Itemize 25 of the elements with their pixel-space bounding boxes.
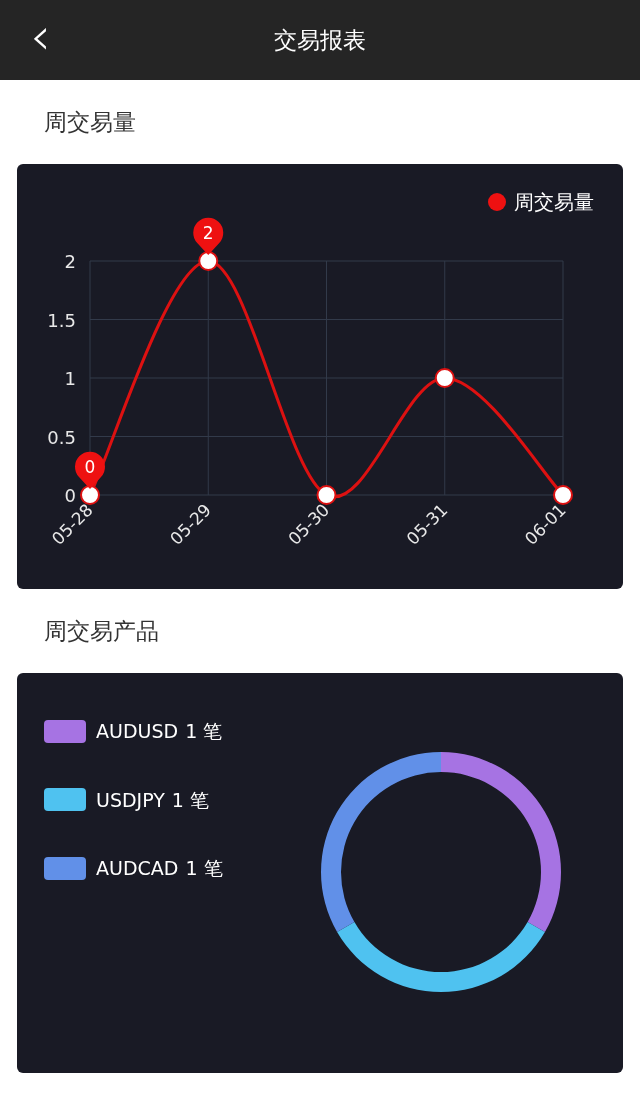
- data-point: [434, 368, 455, 388]
- legend-label: USDJPY: [96, 787, 165, 813]
- legend-count: 1 笔: [171, 787, 209, 813]
- section-title: 周交易产品: [44, 616, 159, 646]
- value-pin: [193, 217, 224, 255]
- data-point: [553, 485, 573, 505]
- y-axis-label: 0: [64, 485, 76, 506]
- data-label: 2: [202, 223, 214, 243]
- y-axis-label: 0.5: [47, 426, 76, 448]
- section-title: 周交易量: [44, 107, 136, 137]
- page-title: 交易报表: [274, 25, 366, 55]
- y-axis-label: 2: [64, 251, 76, 272]
- y-axis-label: 1.5: [47, 309, 76, 331]
- back-button[interactable]: ‹: [30, 14, 51, 58]
- legend-label: 周交易量: [514, 190, 594, 214]
- legend-label: AUDCAD: [96, 856, 179, 881]
- legend-label: AUDUSD: [96, 719, 179, 744]
- legend-count: 1 笔: [185, 719, 223, 744]
- y-axis-label: 1: [64, 368, 76, 389]
- data-point: [80, 485, 100, 505]
- value-pin: [75, 451, 105, 489]
- data-label: 0: [84, 457, 96, 477]
- data-point: [316, 485, 337, 505]
- data-point: [198, 251, 219, 271]
- legend-count: 1 笔: [185, 856, 223, 881]
